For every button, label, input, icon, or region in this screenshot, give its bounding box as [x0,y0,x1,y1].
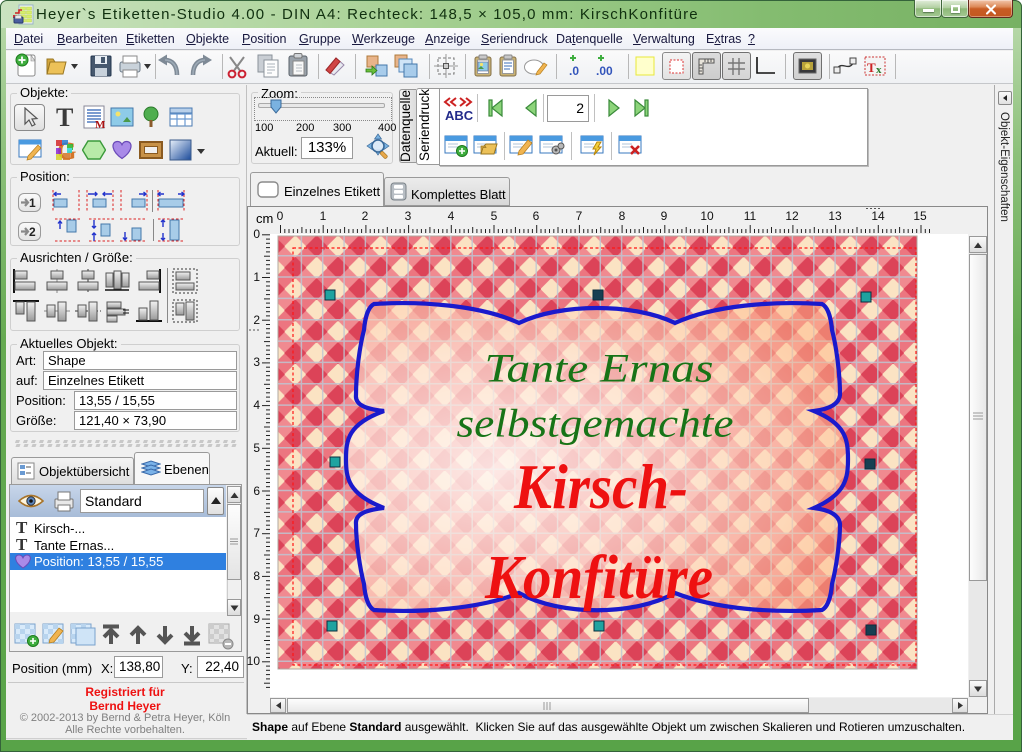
svg-text:selbstgemachte: selbstgemachte [457,400,734,445]
svg-text:Tante Ernas: Tante Ernas [485,346,714,391]
svg-text:Konfitüre: Konfitüre [484,544,713,612]
svg-text:Kirsch-: Kirsch- [513,451,688,522]
